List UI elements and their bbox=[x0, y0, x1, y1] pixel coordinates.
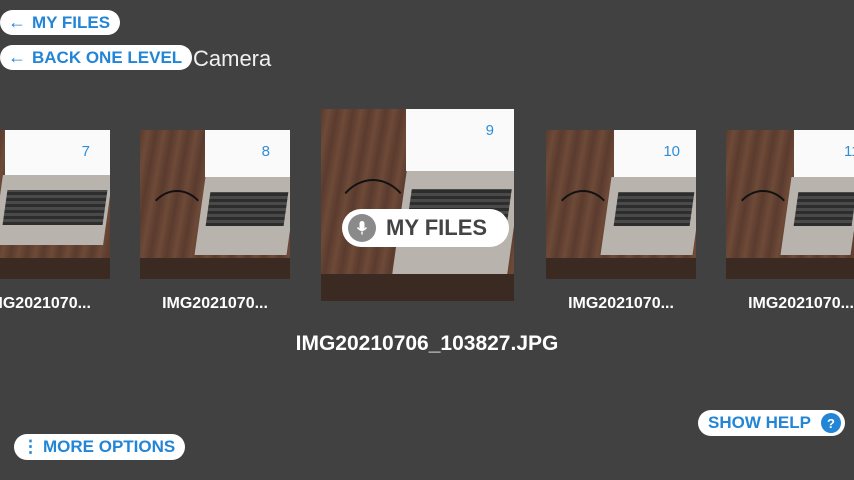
thumbnail-number: 7 bbox=[81, 143, 90, 160]
voice-command-badge[interactable]: MY FILES bbox=[342, 209, 509, 247]
more-vertical-icon: ⋮ bbox=[22, 437, 39, 456]
back-one-level-button[interactable]: ← BACK ONE LEVEL bbox=[0, 45, 193, 70]
thumbnail-number: 8 bbox=[261, 143, 270, 160]
arrow-left-icon: ← bbox=[8, 47, 26, 67]
photo-image bbox=[726, 130, 854, 279]
photo-image bbox=[0, 130, 110, 279]
folder-title: Camera bbox=[193, 46, 272, 71]
my-files-label: MY FILES bbox=[32, 12, 111, 32]
selected-file-name: IMG20210706_103827.JPG bbox=[295, 332, 559, 355]
thumbnail-number: 11 bbox=[844, 143, 854, 160]
my-files-button[interactable]: ← MY FILES bbox=[0, 10, 121, 35]
show-help-button[interactable]: SHOW HELP ? bbox=[698, 410, 845, 436]
arrow-left-icon: ← bbox=[8, 12, 26, 32]
thumbnail-caption: IMG2021070... bbox=[0, 295, 91, 312]
microphone-icon bbox=[348, 214, 376, 242]
back-one-level-label: BACK ONE LEVEL bbox=[32, 47, 183, 67]
voice-badge-label: MY FILES bbox=[386, 215, 488, 240]
thumbnail-10[interactable]: 10 bbox=[546, 130, 696, 279]
show-help-label: SHOW HELP bbox=[708, 413, 811, 432]
thumbnail-7[interactable]: 7 bbox=[0, 130, 110, 279]
thumbnail-11[interactable]: 11 bbox=[726, 130, 854, 279]
thumbnail-caption: IMG2021070... bbox=[748, 295, 854, 312]
thumbnail-8[interactable]: 8 bbox=[140, 130, 290, 279]
thumbnail-9-selected[interactable]: 9 bbox=[321, 109, 514, 301]
thumbnail-number: 10 bbox=[663, 143, 680, 160]
thumbnail-number: 9 bbox=[485, 122, 494, 139]
more-options-button[interactable]: ⋮ MORE OPTIONS bbox=[14, 434, 186, 460]
more-options-label: MORE OPTIONS bbox=[43, 437, 176, 456]
thumbnail-caption: IMG2021070... bbox=[162, 295, 268, 312]
thumbnail-caption: IMG2021070... bbox=[568, 295, 674, 312]
question-icon: ? bbox=[820, 413, 841, 433]
